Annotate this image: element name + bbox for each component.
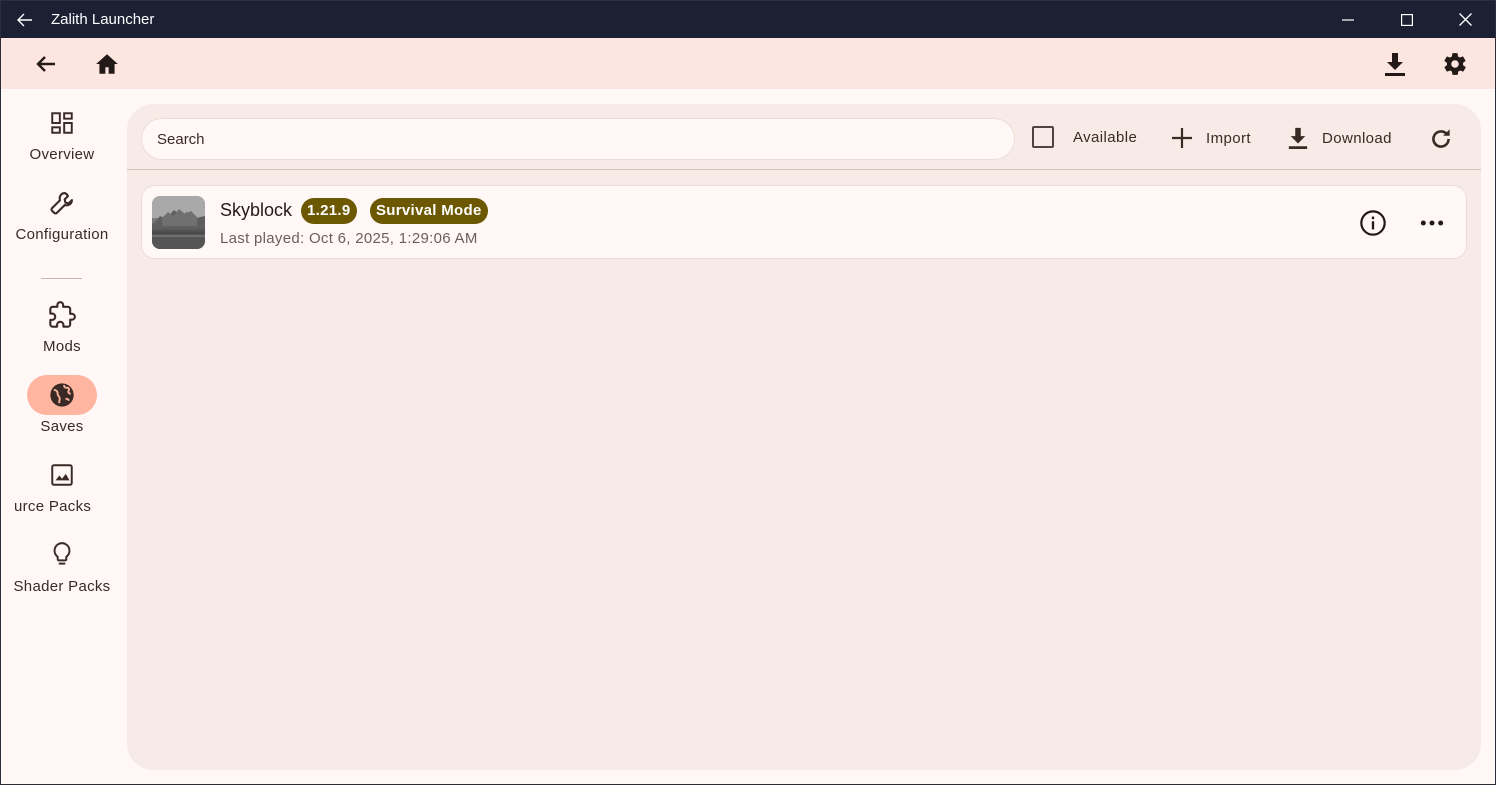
sidebar-item-label: Configuration [15, 226, 109, 243]
arrow-back-icon [36, 55, 55, 72]
window-title: Zalith Launcher [51, 11, 155, 28]
app-window: Zalith Launcher Overview Configuration M… [0, 0, 1496, 785]
toolbar-divider [127, 169, 1481, 170]
sidebar-item-saves-pill [27, 375, 97, 415]
titlebar-back-button[interactable] [1, 1, 49, 38]
save-name: Skyblock [220, 200, 293, 220]
maximize-icon [1400, 13, 1413, 26]
last-played-text: Last played: Oct 6, 2025, 1:29:06 AM [220, 230, 478, 247]
sidebar-item-configuration[interactable]: Configuration [1, 183, 123, 243]
side-navigation: Overview Configuration Mods Saves urce P… [1, 89, 123, 784]
available-label: Available [1073, 128, 1138, 146]
settings-button[interactable] [1430, 38, 1480, 89]
save-thumbnail [152, 196, 205, 249]
sidebar-item-label: Shader Packs [13, 578, 111, 595]
puzzle-icon [49, 301, 76, 328]
search-input[interactable] [141, 118, 1015, 160]
available-checkbox[interactable] [1032, 126, 1054, 148]
download-label: Download [1322, 129, 1392, 147]
saves-panel: Available Import Download [127, 104, 1481, 770]
sidebar-item-resource-packs[interactable]: urce Packs [1, 455, 123, 515]
globe-icon [50, 383, 74, 407]
lightbulb-icon [53, 542, 71, 565]
refresh-icon [1432, 129, 1450, 148]
download-button[interactable]: Download [1287, 122, 1392, 154]
app-bar [1, 38, 1495, 89]
sidebar-item-mods-pill [27, 295, 97, 335]
window-controls [1318, 1, 1495, 38]
available-filter[interactable]: Available [1032, 126, 1137, 148]
import-label: Import [1206, 129, 1251, 147]
download-icon [1385, 52, 1405, 76]
sidebar-item-label: urce Packs [14, 498, 92, 515]
mode-badge: Survival Mode [370, 198, 488, 224]
sidebar-item-mods[interactable]: Mods [1, 295, 123, 355]
saves-toolbar: Available Import Download [127, 104, 1481, 170]
close-button[interactable] [1436, 1, 1495, 38]
sidebar-item-resource-packs-pill [27, 455, 97, 495]
download-icon [1288, 127, 1308, 149]
sidebar-item-overview-pill [27, 103, 97, 143]
back-arrow-icon [17, 13, 32, 26]
sidebar-item-configuration-pill [27, 183, 97, 223]
sidebar-item-label: Saves [40, 418, 84, 435]
sidebar-item-label: Mods [43, 338, 81, 355]
minimize-button[interactable] [1318, 1, 1377, 38]
import-button[interactable]: Import [1171, 122, 1251, 154]
more-horiz-icon [1420, 220, 1444, 226]
save-info-button[interactable] [1356, 206, 1390, 240]
sidebar-item-overview[interactable]: Overview [1, 103, 123, 163]
close-icon [1459, 13, 1472, 26]
downloads-button[interactable] [1370, 38, 1420, 89]
version-badge: 1.21.9 [301, 198, 357, 224]
save-thumbnail-image [152, 196, 205, 249]
dashboard-icon [51, 112, 73, 134]
info-icon [1360, 210, 1386, 236]
sidebar-divider [41, 278, 82, 279]
sidebar-item-label: Overview [29, 146, 95, 163]
title-bar: Zalith Launcher [1, 1, 1495, 38]
plus-icon [1172, 128, 1192, 148]
nav-back-button[interactable] [21, 38, 71, 89]
home-button[interactable] [82, 38, 132, 89]
sidebar-item-shader-packs[interactable]: Shader Packs [1, 535, 123, 595]
wrench-icon [50, 192, 73, 215]
settings-icon [1444, 52, 1466, 75]
home-icon [96, 53, 118, 74]
save-card[interactable]: Skyblock 1.21.9 Survival Mode Last playe… [141, 185, 1467, 259]
image-icon [51, 464, 73, 486]
maximize-button[interactable] [1377, 1, 1436, 38]
refresh-button[interactable] [1426, 124, 1456, 154]
save-more-button[interactable] [1415, 206, 1449, 240]
minimize-icon [1341, 18, 1354, 21]
sidebar-item-saves[interactable]: Saves [1, 375, 123, 435]
sidebar-item-shader-packs-pill [27, 535, 97, 575]
